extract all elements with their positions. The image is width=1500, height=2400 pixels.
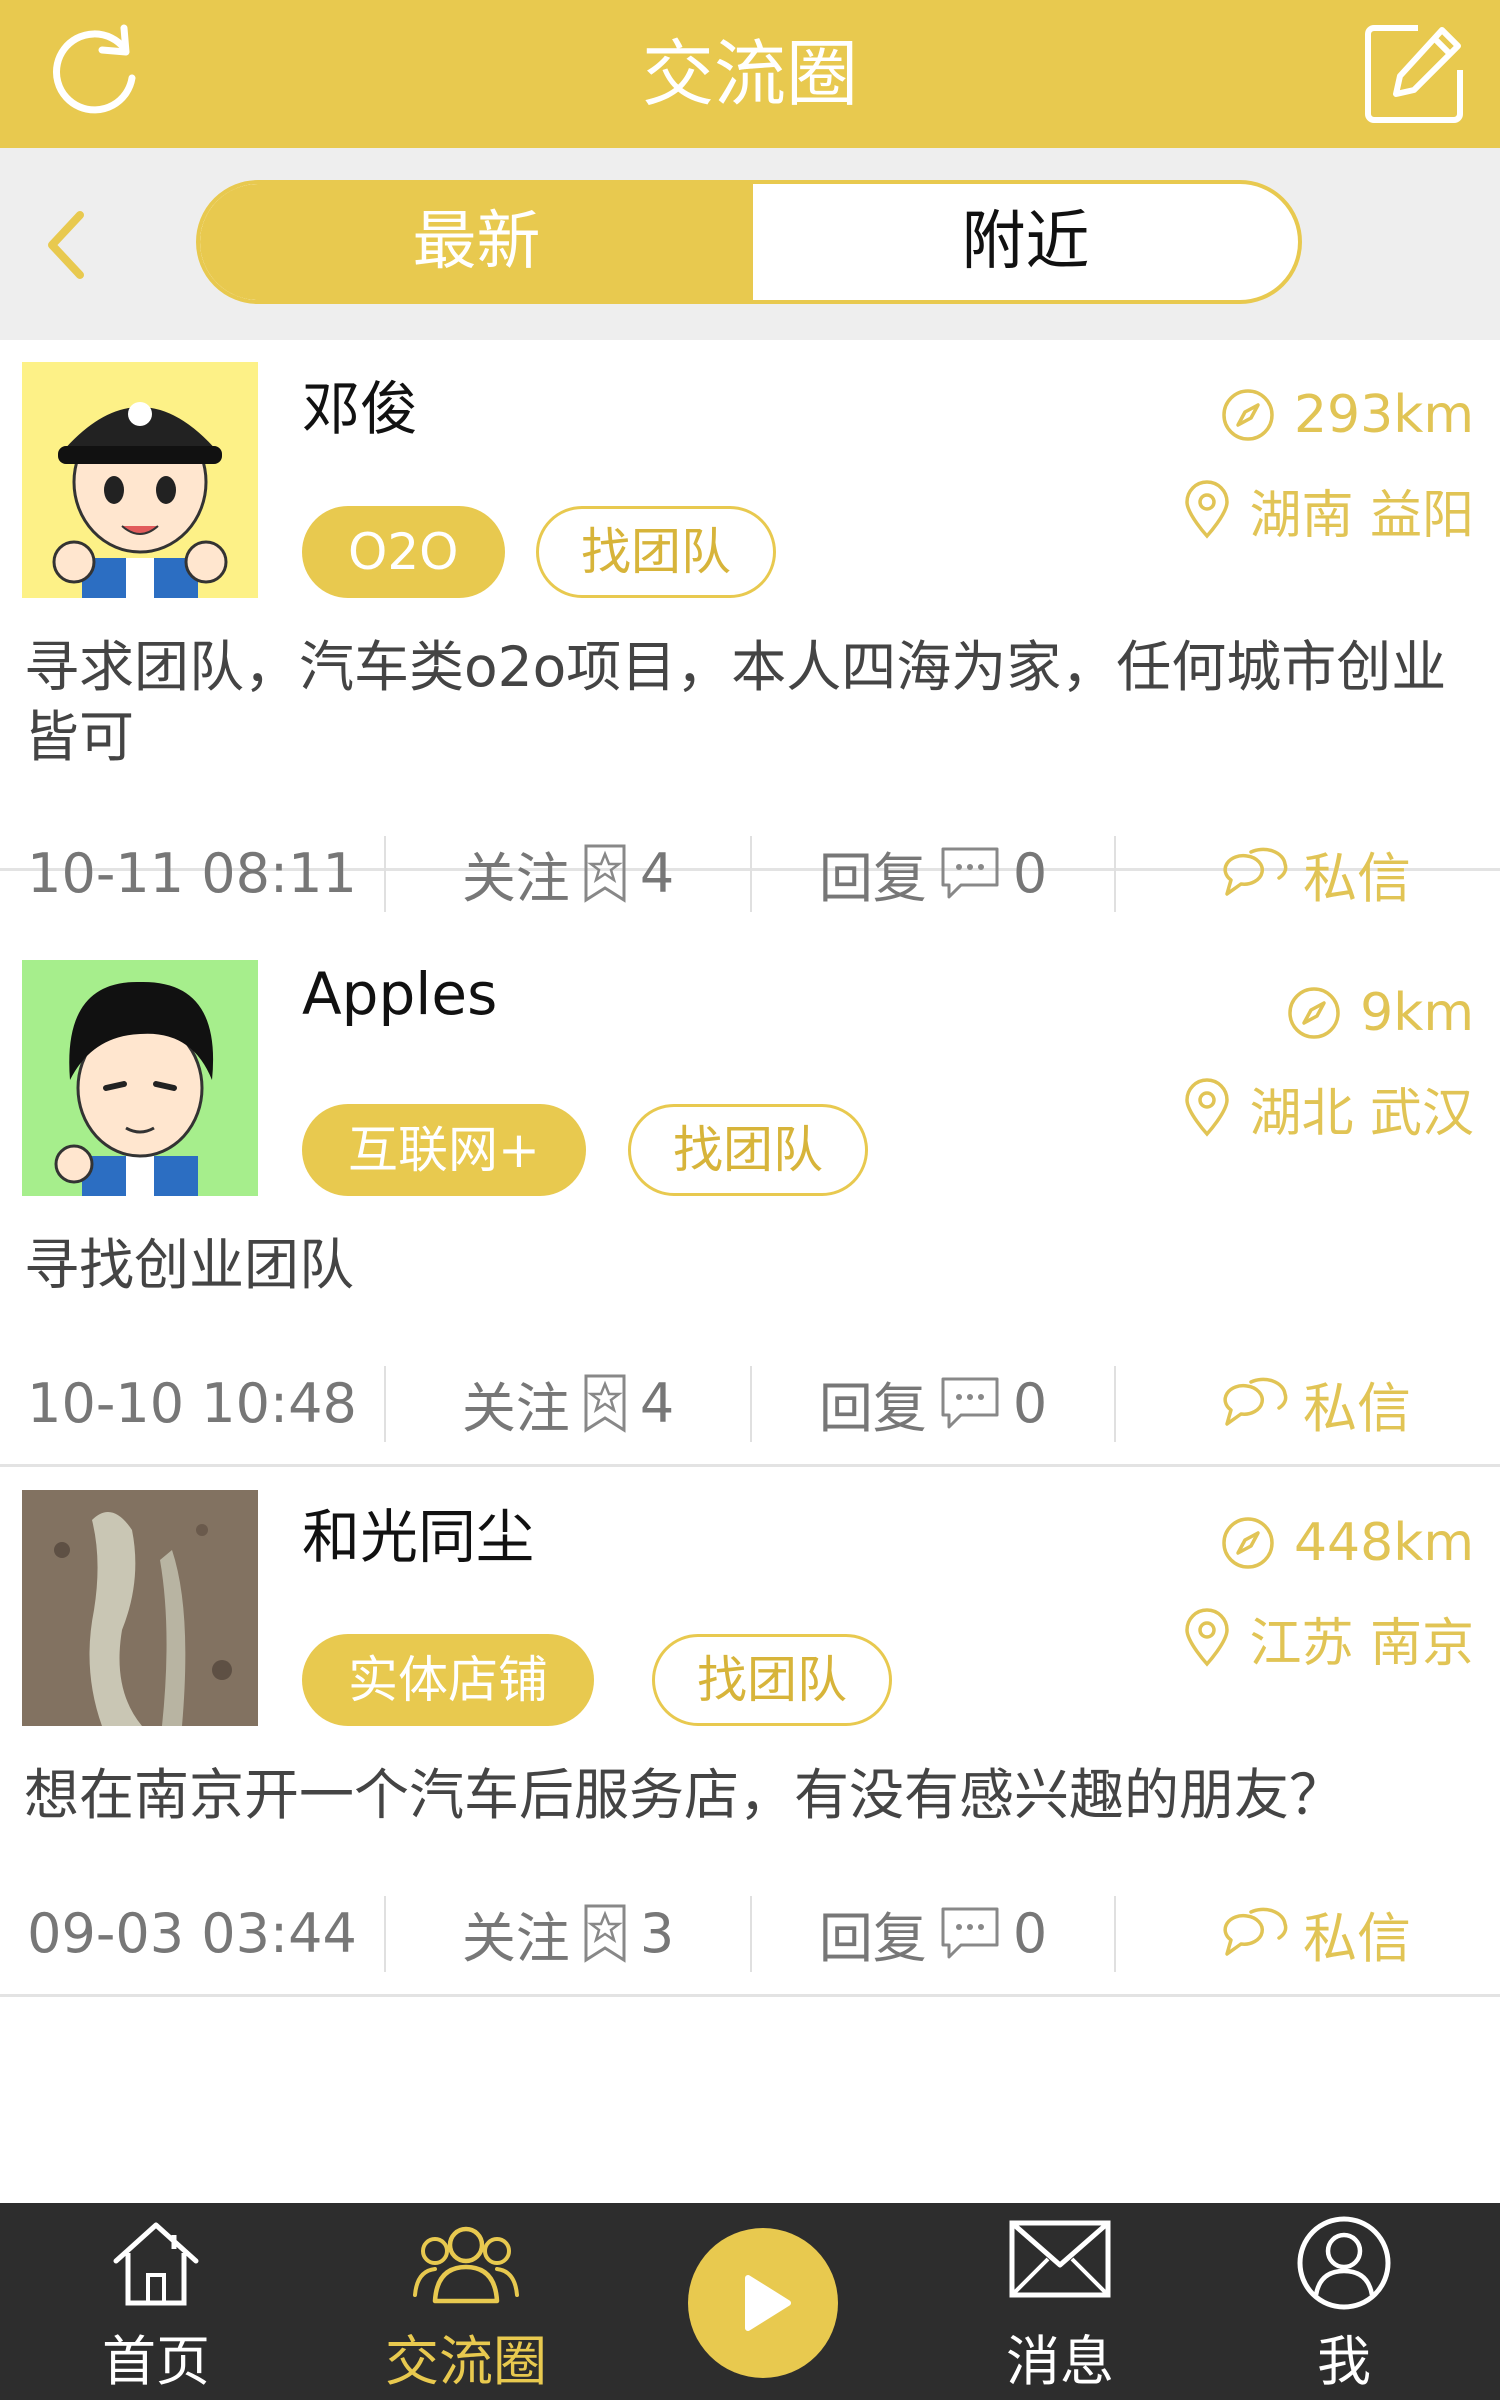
user-name[interactable]: Apples [302, 960, 497, 1028]
reply-label: 回复 [818, 846, 927, 910]
message-label: 私信 [1303, 846, 1411, 910]
chat-bubbles-icon [1223, 1907, 1288, 1956]
location-pin-icon [1185, 1608, 1230, 1667]
nav-circle[interactable]: 交流圈 [376, 2203, 556, 2400]
user-name[interactable]: 邓俊 [302, 362, 418, 446]
private-message-button[interactable]: 私信 [1116, 1892, 1500, 1974]
tab-nearby[interactable]: 附近 [753, 184, 1298, 300]
bookmark-star-icon [584, 844, 626, 903]
user-profile-icon [1297, 2216, 1391, 2310]
private-message-button[interactable]: 私信 [1116, 1362, 1500, 1444]
distance: 9km [1286, 978, 1474, 1048]
location-text: 湖南 益阳 [1249, 485, 1474, 546]
compass-icon [1222, 389, 1274, 441]
post-footer: 10-10 10:48 关注 4 回复 0 私信 [0, 1362, 1500, 1444]
back-chevron-icon[interactable] [40, 205, 90, 285]
avatar[interactable] [22, 1490, 258, 1726]
reply-count: 0 [1012, 1371, 1048, 1435]
nav-messages-label: 消息 [1006, 2330, 1114, 2393]
time-text: 09-03 03:44 [27, 1901, 357, 1965]
post-card[interactable]: Apples 9km 互联网+ 找团队 湖北 武汉 寻找创业团队 10-10 1… [0, 938, 1500, 1467]
message-label: 私信 [1303, 1906, 1411, 1970]
follow-button[interactable]: 关注 3 [386, 1892, 750, 1974]
follow-button[interactable]: 关注 4 [386, 832, 750, 914]
compose-icon[interactable] [1362, 20, 1468, 126]
reply-count: 0 [1012, 1901, 1048, 1965]
bookmark-star-icon [584, 1904, 626, 1963]
post-footer: 09-03 03:44 关注 3 回复 0 私信 [0, 1892, 1500, 1974]
type-tag[interactable]: 找团队 [536, 506, 776, 598]
nav-circle-label: 交流圈 [385, 2330, 547, 2393]
compass-icon [1288, 987, 1340, 1039]
post-time: 10-10 10:48 [0, 1362, 384, 1444]
location-pin-icon [1185, 480, 1230, 539]
avatar[interactable] [22, 362, 258, 598]
category-tag[interactable]: 互联网+ [302, 1104, 586, 1196]
nav-home[interactable]: 首页 [76, 2203, 236, 2400]
follow-count: 3 [639, 1901, 675, 1965]
follow-count: 4 [639, 841, 675, 905]
location: 江苏 南京 [1183, 1598, 1474, 1678]
chat-bubbles-icon [1223, 1377, 1288, 1426]
post-content[interactable]: 寻找创业团队 [24, 1230, 1484, 1300]
distance-value: 9km [1360, 983, 1474, 1043]
reply-button[interactable]: 回复 0 [752, 1892, 1114, 1974]
reply-button[interactable]: 回复 0 [752, 1362, 1114, 1444]
location-text: 江苏 南京 [1249, 1613, 1474, 1674]
distance: 448km [1220, 1508, 1474, 1578]
segmented-control: 最新 附近 [196, 180, 1302, 304]
follow-label: 关注 [461, 1906, 570, 1970]
type-tag[interactable]: 找团队 [652, 1634, 892, 1726]
time-text: 10-11 08:11 [27, 841, 357, 905]
play-icon [745, 2275, 791, 2331]
reply-label: 回复 [818, 1376, 927, 1440]
follow-count: 4 [639, 1371, 675, 1435]
chat-bubbles-icon [1223, 847, 1288, 896]
distance: 293km [1220, 380, 1474, 450]
category-tag[interactable]: 实体店铺 [302, 1634, 594, 1726]
distance-value: 293km [1293, 385, 1474, 445]
time-text: 10-10 10:48 [27, 1371, 357, 1435]
bookmark-star-icon [584, 1374, 626, 1433]
nav-home-label: 首页 [102, 2330, 210, 2393]
type-tag[interactable]: 找团队 [628, 1104, 868, 1196]
post-content[interactable]: 想在南京开一个汽车后服务店，有没有感兴趣的朋友？ [24, 1760, 1484, 1830]
distance-value: 448km [1293, 1513, 1474, 1573]
nav-me[interactable]: 我 [1264, 2203, 1424, 2400]
reply-count: 0 [1012, 841, 1048, 905]
location: 湖北 武汉 [1183, 1068, 1474, 1148]
comment-icon [941, 1377, 999, 1429]
reply-button[interactable]: 回复 0 [752, 832, 1114, 914]
follow-label: 关注 [461, 846, 570, 910]
post-card[interactable]: 邓俊 293km O2O 找团队 湖南 益阳 寻求团队，汽车类o2o项目，本人四… [0, 340, 1500, 912]
comment-icon [941, 1907, 999, 1959]
avatar[interactable] [22, 960, 258, 1196]
post-card[interactable]: 和光同尘 448km 实体店铺 找团队 江苏 南京 想在南京开一个汽车后服务店，… [0, 1468, 1500, 1997]
play-button[interactable] [688, 2228, 838, 2378]
category-tag[interactable]: O2O [302, 506, 505, 598]
location: 湖南 益阳 [1183, 470, 1474, 550]
post-footer: 10-11 08:11 关注 4 回复 0 私信 [0, 832, 1500, 914]
private-message-button[interactable]: 私信 [1116, 832, 1500, 914]
reply-label: 回复 [818, 1906, 927, 1970]
home-icon [113, 2222, 199, 2306]
follow-button[interactable]: 关注 4 [386, 1362, 750, 1444]
comment-icon [941, 847, 999, 899]
group-icon [413, 2226, 519, 2304]
tab-latest[interactable]: 最新 [200, 184, 753, 300]
post-time: 09-03 03:44 [0, 1892, 384, 1974]
location-pin-icon [1185, 1078, 1230, 1137]
refresh-icon[interactable] [40, 18, 150, 128]
nav-me-label: 我 [1317, 2330, 1371, 2393]
envelope-icon [1009, 2220, 1111, 2298]
location-text: 湖北 武汉 [1249, 1083, 1474, 1144]
post-time: 10-11 08:11 [0, 832, 384, 914]
page-title: 交流圈 [641, 32, 858, 116]
follow-label: 关注 [461, 1376, 570, 1440]
nav-messages[interactable]: 消息 [980, 2203, 1140, 2400]
message-label: 私信 [1303, 1376, 1411, 1440]
compass-icon [1222, 1517, 1274, 1569]
post-content[interactable]: 寻求团队，汽车类o2o项目，本人四海为家，任何城市创业皆可 [24, 632, 1484, 772]
user-name[interactable]: 和光同尘 [302, 1490, 534, 1574]
